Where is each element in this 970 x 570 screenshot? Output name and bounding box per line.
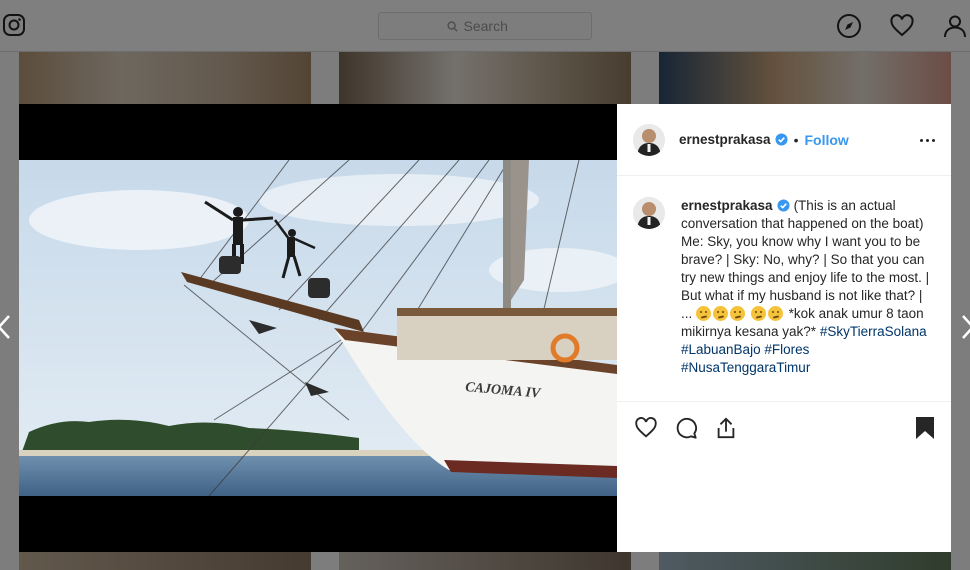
thinking-face-emoji: [767, 306, 783, 321]
share-icon: [717, 416, 735, 438]
post-actions-bar: [617, 401, 951, 453]
post-caption: ernestprakasa (This is an actual conversa…: [681, 197, 931, 401]
post-modal: CAJOMA IV ernestprakasa • Follow ernestp…: [19, 104, 951, 552]
post-header: ernestprakasa • Follow: [617, 104, 951, 176]
chevron-left-icon: [0, 315, 10, 339]
post-photo: CAJOMA IV: [19, 160, 617, 496]
thinking-face-emoji: [713, 306, 729, 321]
username-link[interactable]: ernestprakasa: [679, 132, 771, 147]
like-button[interactable]: [633, 415, 659, 441]
next-post-arrow[interactable]: [958, 312, 970, 342]
profile-photo: [633, 197, 665, 229]
post-details-panel: ernestprakasa • Follow ernestprakasa (Th…: [617, 104, 951, 552]
comment-button[interactable]: [673, 415, 699, 441]
verified-badge-icon: [775, 133, 788, 146]
hashtag-link[interactable]: #SkyTierraSolana: [820, 324, 927, 339]
avatar[interactable]: [633, 197, 665, 229]
profile-photo: [633, 123, 665, 156]
previous-post-arrow[interactable]: [0, 312, 14, 342]
thinking-face-emoji: [696, 306, 712, 321]
avatar[interactable]: [633, 123, 665, 156]
comment-icon: [676, 417, 697, 439]
caption-username-link[interactable]: ernestprakasa: [681, 198, 773, 213]
comments-section: ernestprakasa (This is an actual conversa…: [617, 177, 951, 401]
heart-icon: [635, 416, 657, 438]
chevron-right-icon: [962, 315, 970, 339]
hashtag-link[interactable]: #LabuanBajo: [681, 342, 761, 357]
verified-badge-icon: [777, 199, 790, 212]
hashtag-link[interactable]: #NusaTenggaraTimur: [681, 360, 810, 375]
thinking-face-emoji: [730, 306, 746, 321]
hashtag-link[interactable]: #Flores: [764, 342, 809, 357]
header-name-row: ernestprakasa • Follow: [679, 132, 849, 148]
more-options-icon[interactable]: [917, 130, 937, 150]
caption-text: (This is an actual conversation that hap…: [681, 198, 930, 321]
bookmark-icon[interactable]: [913, 415, 937, 441]
separator-dot: •: [793, 131, 799, 148]
follow-button[interactable]: Follow: [804, 132, 848, 148]
thinking-face-emoji: [750, 306, 766, 321]
share-button[interactable]: [713, 415, 739, 441]
post-media[interactable]: CAJOMA IV: [19, 104, 617, 552]
